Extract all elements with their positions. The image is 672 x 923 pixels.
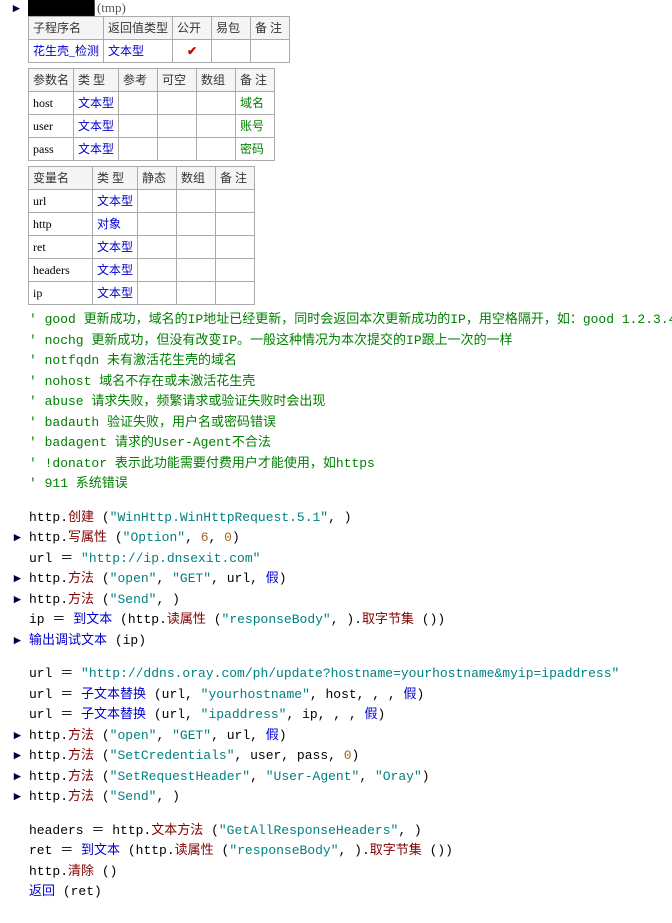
t2h1: 类 型 (74, 69, 119, 92)
table-row: host文本型域名 (29, 92, 275, 115)
code-line: http.清除 () (28, 862, 672, 882)
t1c3 (212, 40, 251, 63)
t1c1: 文本型 (104, 40, 173, 63)
check-icon: ✔ (177, 42, 207, 60)
comment-line: ' !donator 表示此功能需要付费用户才能使用，如https (28, 454, 672, 474)
comment-line: ' nohost 域名不存在或未激活花生壳 (28, 372, 672, 392)
table-row: ret文本型 (29, 236, 255, 259)
t1h1: 返回值类型 (104, 17, 173, 40)
code-line: ▸ http.写属性 ("Option", 6, 0) (28, 528, 672, 548)
table-row: ip文本型 (29, 282, 255, 305)
code-line: 返回 (ret) (28, 882, 672, 902)
arrow-icon: ▸ (14, 767, 24, 787)
arrow-icon: ▸ (14, 631, 24, 651)
code-line: url ＝ 子文本替换 (url, "ipaddress", ip, , , 假… (28, 705, 672, 725)
t2h3: 可空 (158, 69, 197, 92)
comment-line: ' nochg 更新成功，但没有改变IP。一般这种情况为本次提交的IP跟上一次的… (28, 331, 672, 351)
code-line: ▸ http.方法 ("SetRequestHeader", "User-Age… (28, 767, 672, 787)
table-row: http对象 (29, 213, 255, 236)
t1h0: 子程序名 (29, 17, 104, 40)
code-line: ▸ http.方法 ("Send", ) (28, 590, 672, 610)
truncated-header: ▸ ████████ (tmp) (28, 0, 672, 12)
code-line: http.创建 ("WinHttp.WinHttpRequest.5.1", ) (28, 508, 672, 528)
arrow-icon: ▸ (14, 590, 24, 610)
t2h2: 参考 (119, 69, 158, 92)
arrow-icon: ▸ (14, 726, 24, 746)
code-line: ip ＝ 到文本 (http.读属性 ("responseBody", ).取字… (28, 610, 672, 630)
comment-line: ' 911 系统错误 (28, 474, 672, 494)
code-line: ret ＝ 到文本 (http.读属性 ("responseBody", ).取… (28, 841, 672, 861)
code-line: ▸ http.方法 ("SetCredentials", user, pass,… (28, 746, 672, 766)
table-row: headers文本型 (29, 259, 255, 282)
code-line: url ＝ "http://ip.dnsexit.com" (28, 549, 672, 569)
comment-line: ' abuse 请求失败，频繁请求或验证失败时会出现 (28, 392, 672, 412)
t1c2: ✔ (173, 40, 212, 63)
comment-line: ' badagent 请求的User-Agent不合法 (28, 433, 672, 453)
t2h0: 参数名 (29, 69, 74, 92)
comment-line: ' badauth 验证失败，用户名或密码错误 (28, 413, 672, 433)
t1h4: 备 注 (251, 17, 290, 40)
table-row: user文本型账号 (29, 115, 275, 138)
code-line: url ＝ "http://ddns.oray.com/ph/update?ho… (28, 664, 672, 684)
arrow-icon: ▸ (14, 569, 24, 589)
arrow-icon: ▸ (14, 746, 24, 766)
code-line: ▸ http.方法 ("open", "GET", url, 假) (28, 726, 672, 746)
params-table: 参数名 类 型 参考 可空 数组 备 注 host文本型域名 user文本型账号… (28, 68, 275, 161)
table-row: 花生壳_检测 文本型 ✔ (29, 40, 290, 63)
t1c4 (251, 40, 290, 63)
code-line: url ＝ 子文本替换 (url, "yourhostname", host, … (28, 685, 672, 705)
table-row: pass文本型密码 (29, 138, 275, 161)
vars-table: 变量名 类 型 静态 数组 备 注 url文本型 http对象 ret文本型 h… (28, 166, 255, 305)
t2h4: 数组 (197, 69, 236, 92)
arrow-icon: ▸ (13, 0, 23, 18)
code-line: ▸ 输出调试文本 (ip) (28, 631, 672, 651)
t1h2: 公开 (173, 17, 212, 40)
t1c0: 花生壳_检测 (29, 40, 104, 63)
subprogram-table: 子程序名 返回值类型 公开 易包 备 注 花生壳_检测 文本型 ✔ (28, 16, 290, 63)
t1h3: 易包 (212, 17, 251, 40)
comment-line: ' good 更新成功，域名的IP地址已经更新，同时会返回本次更新成功的IP，用… (28, 310, 672, 330)
code-line: headers ＝ http.文本方法 ("GetAllResponseHead… (28, 821, 672, 841)
comment-line: ' notfqdn 未有激活花生壳的域名 (28, 351, 672, 371)
t2h5: 备 注 (236, 69, 275, 92)
code-line: ▸ http.方法 ("Send", ) (28, 787, 672, 807)
table-row: url文本型 (29, 190, 255, 213)
arrow-icon: ▸ (14, 787, 24, 807)
arrow-icon: ▸ (14, 528, 24, 548)
code-line: ▸ http.方法 ("open", "GET", url, 假) (28, 569, 672, 589)
